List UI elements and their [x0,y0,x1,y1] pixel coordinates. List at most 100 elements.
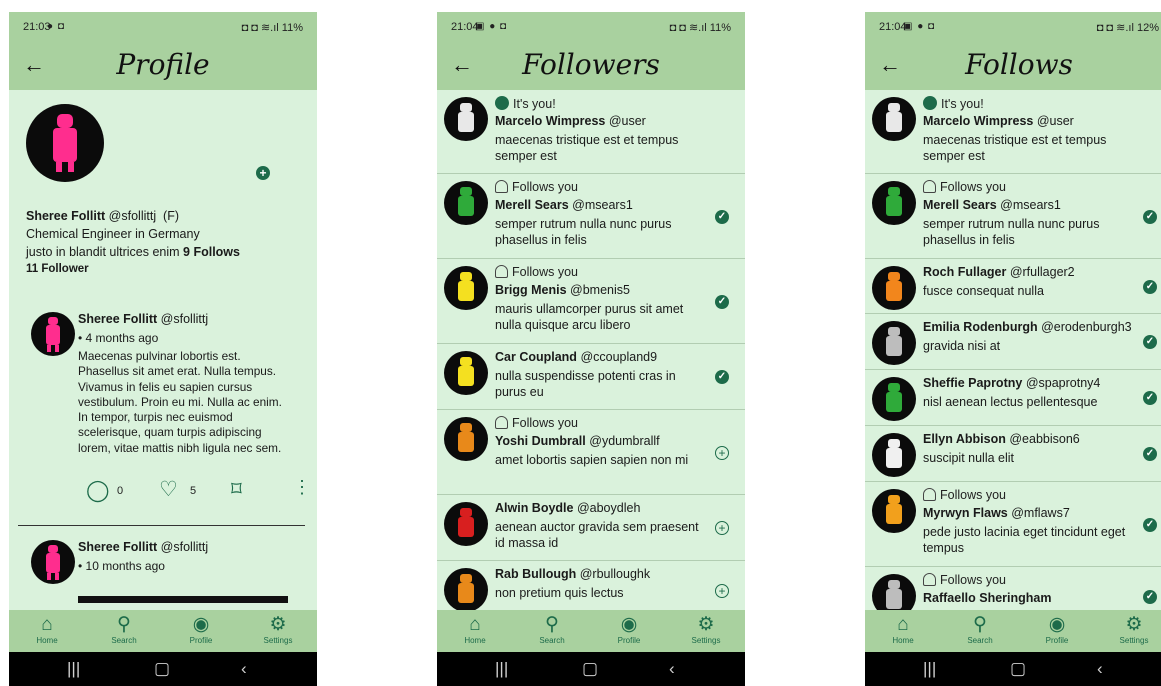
user-name: Myrwyn Flaws @mflaws7 [923,506,1070,520]
nav-settings[interactable]: ⚙ Settings [676,613,736,645]
recents-icon[interactable]: ||| [495,659,508,679]
user-bio: maecenas tristique est et tempus semper … [923,133,1107,163]
person-outline-icon [495,265,508,278]
nav-profile[interactable]: ◉ Profile [171,613,231,645]
app-bar: ← Followers [437,42,745,90]
list-item[interactable]: Follows you Merell Sears @msears1 semper r… [865,174,1161,259]
user-bio: maecenas tristique est et tempus semper … [495,133,679,163]
following-check-icon[interactable]: ✓ [715,209,729,224]
system-nav-bar: ||| ▢ ‹ [9,652,317,686]
post-time: • 10 months ago [78,559,165,573]
profile-content[interactable]: + Sheree Follitt @sfollittj (F) Chemical… [9,90,317,610]
nav-profile[interactable]: ◉ Profile [599,613,659,645]
following-check-icon[interactable]: ✓ [1143,447,1157,461]
user-bio: nulla suspendisse potenti cras in purus … [495,369,676,399]
list-item[interactable]: Ellyn Abbison @eabbison6 suscipit nulla e… [865,426,1161,482]
page-title: Profile [116,48,210,81]
follows-list[interactable]: It's you! Marcelo Wimpress @user maecenas … [865,90,1161,610]
nav-search[interactable]: ⚲ Search [522,613,582,645]
nav-search[interactable]: ⚲ Search [94,613,154,645]
user-avatar [444,97,488,141]
like-count: 5 [190,485,197,497]
heart-icon[interactable]: ♡ [159,477,178,502]
nav-home[interactable]: ⌂ Home [445,613,505,645]
user-name: Merell Sears @msears1 [495,198,633,212]
user-name: Alwin Boydle @aboydleh [495,501,641,515]
gear-icon: ⚙ [697,614,715,635]
back-icon[interactable]: ‹ [241,659,247,679]
follow-plus-icon[interactable]: + [715,445,729,460]
person-outline-icon [495,180,508,193]
nav-settings[interactable]: ⚙ Settings [1104,613,1161,645]
post-divider [18,525,305,526]
list-item[interactable]: Follows you Merell Sears @msears1 semper r… [437,174,745,259]
nav-profile[interactable]: ◉ Profile [1027,613,1087,645]
list-item[interactable]: It's you! Marcelo Wimpress @user maecenas … [865,90,1161,174]
follow-plus-icon[interactable]: + [715,521,729,535]
user-name: Sheffie Paprotny @spaprotny4 [923,376,1101,390]
user-bio: nisl aenean lectus pellentesque [923,395,1098,409]
status-bar: 21:04 ▣ ● ◘ ◘ ◘ ≋.ıl 12% [865,12,1161,42]
back-icon[interactable]: ‹ [669,659,675,679]
home-button-icon[interactable]: ▢ [1010,659,1026,679]
user-avatar [444,266,488,310]
user-avatar [444,417,488,461]
relation-tag: Follows you [495,180,578,194]
post-card[interactable]: Sheree Follitt @sfollittj • 10 months ag… [31,540,289,610]
following-check-icon[interactable]: ✓ [1143,209,1157,224]
follows-count[interactable]: 9 Follows [183,245,240,259]
home-icon: ⌂ [41,614,53,635]
recents-icon[interactable]: ||| [923,659,936,679]
following-check-icon[interactable]: ✓ [1143,335,1157,349]
home-button-icon[interactable]: ▢ [582,659,598,679]
list-item[interactable]: Follows you Myrwyn Flaws @mflaws7 pede jus… [865,482,1161,567]
more-vertical-icon[interactable]: ⋮ [293,477,311,498]
post-time: • 4 months ago [78,331,159,345]
following-check-icon[interactable]: ✓ [1143,517,1157,532]
post-actions: ◯ 0 ♡ 5 ⌑ ⋮ [31,477,311,504]
list-item[interactable]: Follows you Yoshi Dumbrall @ydumbrallf ame… [437,410,745,495]
gear-icon: ⚙ [1125,614,1143,635]
nav-search[interactable]: ⚲ Search [950,613,1010,645]
followers-count[interactable]: 11 Follower [26,263,89,275]
nav-home[interactable]: ⌂ Home [873,613,933,645]
user-bio: suscipit nulla elit [923,451,1015,465]
follow-plus-icon[interactable]: + [256,166,270,180]
following-check-icon[interactable]: ✓ [715,294,729,309]
back-icon[interactable]: ‹ [1097,659,1103,679]
bookmark-icon[interactable]: ⌑ [231,477,242,502]
list-item[interactable]: Follows you Raffaello Sheringham ✓ [865,567,1161,610]
relation-tag: Follows you [495,265,578,279]
home-button-icon[interactable]: ▢ [154,659,170,679]
smiley-icon [923,96,937,110]
user-name: Emilia Rodenburgh @erodenburgh3 [923,320,1132,334]
list-item[interactable]: Follows you Brigg Menis @bmenis5 mauris ul… [437,259,745,344]
bottom-nav: ⌂ Home ⚲ Search ◉ Profile ⚙ Settings [865,610,1161,652]
user-avatar [872,433,916,477]
list-item[interactable]: Alwin Boydle @aboydleh aenean auctor grav… [437,495,745,561]
list-item[interactable]: Emilia Rodenburgh @erodenburgh3 gravida n… [865,314,1161,370]
comment-icon[interactable]: ◯ [86,478,110,503]
nav-home[interactable]: ⌂ Home [17,613,77,645]
list-item[interactable]: It's you! Marcelo Wimpress @user maecenas … [437,90,745,174]
list-item[interactable]: Sheffie Paprotny @spaprotny4 nisl aenean … [865,370,1161,426]
followers-list[interactable]: It's you! Marcelo Wimpress @user maecenas … [437,90,745,610]
user-avatar [444,568,488,610]
recents-icon[interactable]: ||| [67,659,80,679]
nav-settings[interactable]: ⚙ Settings [248,613,308,645]
list-item[interactable]: Car Coupland @ccoupland9 nulla suspendiss… [437,344,745,410]
list-item[interactable]: Roch Fullager @rfullager2 fusce consequat… [865,259,1161,314]
following-check-icon[interactable]: ✓ [1143,279,1157,294]
follow-plus-icon[interactable]: + [715,584,729,598]
post-author: Sheree Follitt @sfollittj [78,540,209,554]
relation-tag: It's you! [495,96,556,111]
following-check-icon[interactable]: ✓ [1143,391,1157,405]
list-item[interactable]: Rab Bullough @rbulloughk non pretium quis… [437,561,745,610]
user-bio: amet lobortis sapien sapien non mi [495,453,689,467]
status-bar: 21:03 ● ◘ ◘ ◘ ≋.ıl 11% [9,12,317,42]
user-name: Rab Bullough @rbulloughk [495,567,651,581]
post-author: Sheree Follitt @sfollittj [78,312,209,326]
following-check-icon[interactable]: ✓ [1143,590,1157,604]
person-outline-icon [923,573,936,586]
following-check-icon[interactable]: ✓ [715,370,729,384]
